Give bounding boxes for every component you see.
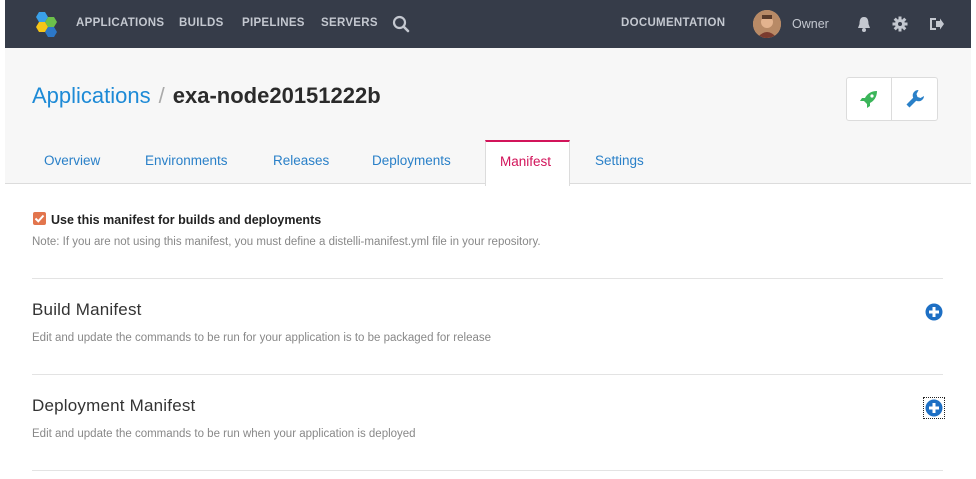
- logout-icon[interactable]: [927, 15, 945, 33]
- nav-pipelines[interactable]: PIPELINES: [242, 17, 305, 29]
- deployment-manifest-description: Edit and update the commands to be run w…: [32, 428, 416, 440]
- build-manifest-title: Build Manifest: [32, 300, 142, 319]
- tab-environments[interactable]: Environments: [145, 153, 228, 168]
- rocket-icon: [860, 91, 877, 108]
- breadcrumb-applications-link[interactable]: Applications: [32, 83, 151, 108]
- use-manifest-label[interactable]: Use this manifest for builds and deploym…: [51, 213, 321, 227]
- deployment-manifest-title: Deployment Manifest: [32, 396, 196, 415]
- divider: [32, 470, 943, 471]
- user-name[interactable]: Owner: [792, 17, 829, 31]
- action-button-group: [846, 77, 938, 121]
- breadcrumb-separator: /: [158, 83, 165, 108]
- user-photo-icon: [753, 10, 781, 38]
- tab-manifest-label[interactable]: Manifest: [500, 154, 551, 169]
- divider: [32, 374, 943, 375]
- breadcrumb: Applications / exa-node20151222b: [32, 83, 381, 109]
- top-nav-bar: APPLICATIONS BUILDS PIPELINES SERVERS DO…: [5, 0, 971, 48]
- tab-settings[interactable]: Settings: [595, 153, 644, 168]
- search-icon[interactable]: [392, 15, 410, 33]
- tab-releases[interactable]: Releases: [273, 153, 329, 168]
- add-deployment-manifest-icon[interactable]: [923, 397, 945, 419]
- nav-builds[interactable]: BUILDS: [179, 17, 224, 29]
- tab-deployments[interactable]: Deployments: [372, 153, 451, 168]
- app-settings-button[interactable]: [892, 78, 937, 120]
- add-build-manifest-icon[interactable]: [925, 303, 943, 321]
- build-manifest-description: Edit and update the commands to be run f…: [32, 332, 492, 344]
- divider: [32, 278, 943, 279]
- gear-icon[interactable]: [891, 15, 909, 33]
- nav-servers[interactable]: SERVERS: [321, 17, 378, 29]
- checkmark-icon: [34, 214, 45, 223]
- page-title: exa-node20151222b: [172, 83, 381, 108]
- nav-applications[interactable]: APPLICATIONS: [76, 17, 164, 29]
- window-edge: [971, 0, 976, 479]
- tab-overview[interactable]: Overview: [44, 153, 100, 168]
- deploy-button[interactable]: [847, 78, 891, 120]
- wrench-icon: [906, 90, 924, 108]
- bell-icon[interactable]: [855, 15, 873, 33]
- logo-icon[interactable]: [32, 11, 58, 37]
- nav-documentation[interactable]: DOCUMENTATION: [621, 17, 725, 29]
- avatar[interactable]: [753, 10, 781, 38]
- manifest-note: Note: If you are not using this manifest…: [32, 236, 541, 248]
- use-manifest-checkbox[interactable]: [33, 212, 46, 225]
